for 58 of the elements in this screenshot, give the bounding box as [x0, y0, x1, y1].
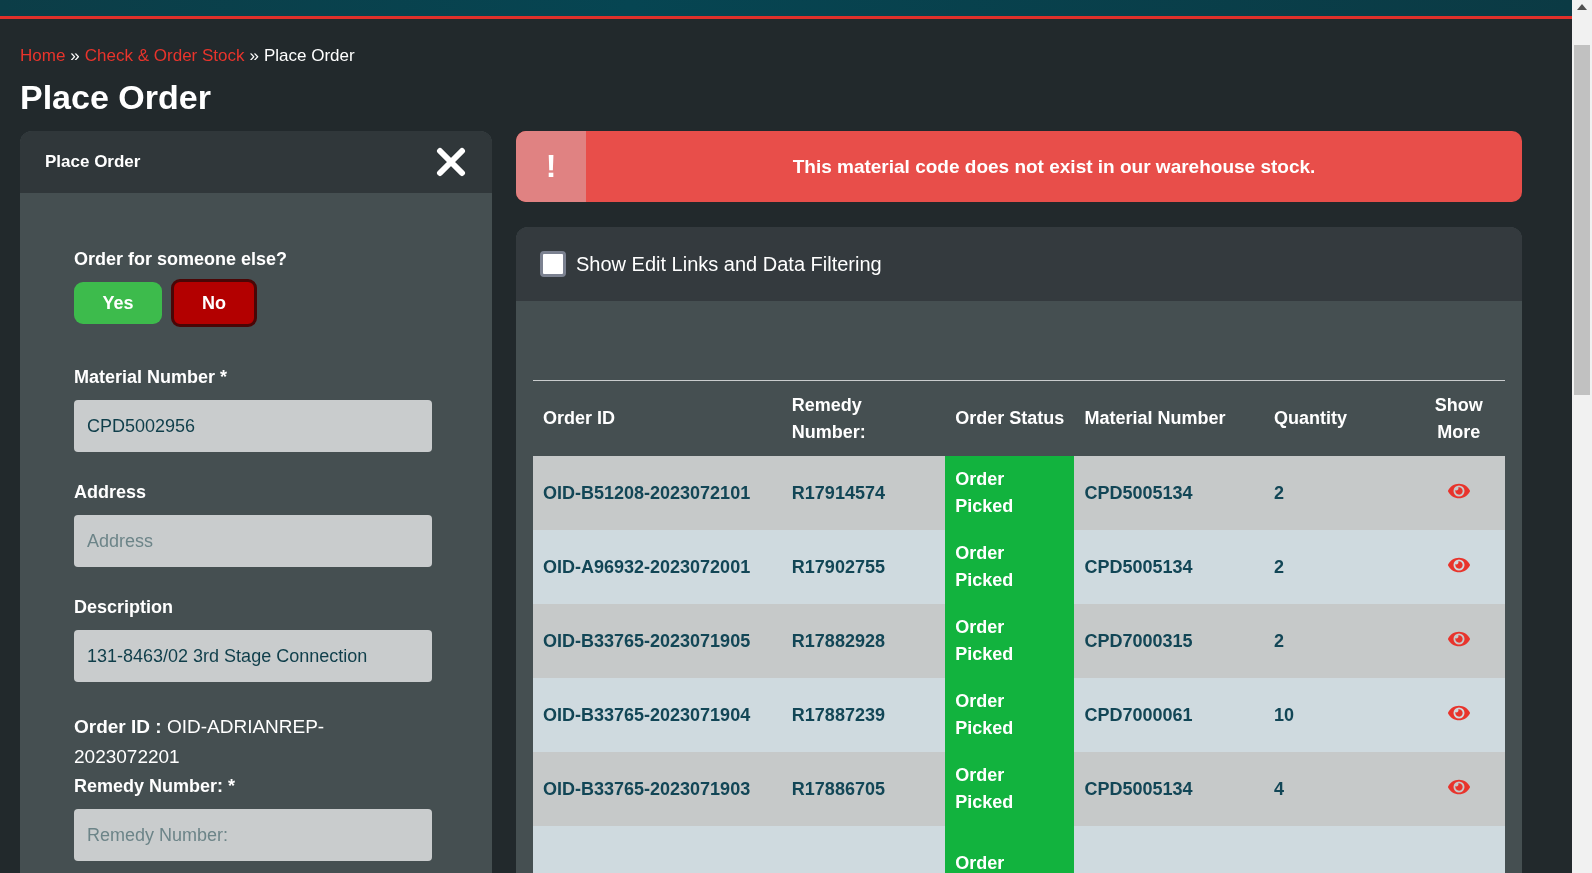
table-cell: 2	[1263, 530, 1413, 604]
status-cell: Order Picked	[945, 530, 1075, 604]
alert-message: This material code does not exist in our warehouse stock.	[791, 154, 1317, 179]
table-cell: R17882928	[781, 604, 946, 678]
scrollbar-thumb[interactable]	[1574, 45, 1590, 395]
table-cell: CPD7000061	[1074, 678, 1264, 752]
breadcrumb-separator: »	[249, 46, 259, 66]
input-field[interactable]: 131-8463/02 3rd Stage Connection	[74, 630, 432, 682]
table-cell: CPD7000315	[1074, 604, 1264, 678]
scrollbar[interactable]	[1572, 0, 1592, 873]
field-label: Remedy Number: *	[74, 776, 237, 797]
table-cell: 10	[1263, 678, 1413, 752]
input-field[interactable]: Address	[74, 515, 432, 567]
table-cell: 2	[1263, 456, 1413, 530]
status-cell: Order Picked	[945, 752, 1075, 826]
breadcrumb-separator: »	[70, 46, 80, 66]
field-label: Material Number *	[74, 367, 229, 388]
status-cell: Order	[945, 826, 1075, 873]
close-icon[interactable]	[436, 147, 466, 177]
field-label: Address	[74, 482, 148, 503]
table-cell: OID-B33765-2023071903	[533, 752, 782, 826]
column-header: Show More	[1412, 380, 1505, 456]
column-header: Quantity	[1263, 380, 1413, 456]
table-cell: R17887239	[781, 678, 946, 752]
checkbox[interactable]	[540, 251, 566, 277]
table-cell: OID-B51208-2023072101	[533, 456, 782, 530]
breadcrumb-link[interactable]: Place Order	[263, 46, 355, 66]
column-header: Order ID	[533, 380, 782, 456]
field-label: Description	[74, 597, 175, 618]
status-cell: Order Picked	[945, 604, 1075, 678]
checkbox-label[interactable]: Show Edit Links and Data Filtering	[576, 252, 882, 276]
input-field[interactable]: CPD5002956	[74, 400, 432, 452]
table-cell: R17886705	[781, 752, 946, 826]
table-cell: 2	[1263, 604, 1413, 678]
table-cell: CPD5005134	[1074, 530, 1264, 604]
table-cell: R17902755	[781, 530, 946, 604]
column-header: Material Number	[1074, 380, 1264, 456]
input-field[interactable]: Remedy Number:	[74, 809, 432, 861]
status-cell: Order Picked	[945, 678, 1075, 752]
table-cell: R17914574	[781, 456, 946, 530]
page-title: Place Order	[20, 78, 212, 117]
scroll-up-icon[interactable]	[1577, 4, 1587, 10]
status-cell: Order Picked	[945, 456, 1075, 530]
table-cell: CPD5005134	[1074, 752, 1264, 826]
table-cell: OID-B33765-2023071904	[533, 678, 782, 752]
order-id-text: Order ID : OID-ADRIANREP-2023072201	[74, 715, 326, 769]
table-cell: 4	[1263, 752, 1413, 826]
field-label: Order for someone else?	[74, 249, 289, 270]
panel-title: Place Order	[45, 152, 141, 172]
table-cell: OID-B33765-2023071905	[533, 604, 782, 678]
table-cell: CPD5005134	[1074, 456, 1264, 530]
choice-button[interactable]: No	[171, 279, 257, 327]
column-header: Remedy Number:	[781, 380, 946, 456]
table-cell: OID-A96932-2023072001	[533, 530, 782, 604]
column-header: Order Status	[945, 380, 1075, 456]
breadcrumb-link[interactable]: Check & Order Stock	[84, 46, 245, 66]
breadcrumb-link[interactable]: Home	[20, 46, 66, 66]
alert-icon: !	[516, 131, 586, 202]
